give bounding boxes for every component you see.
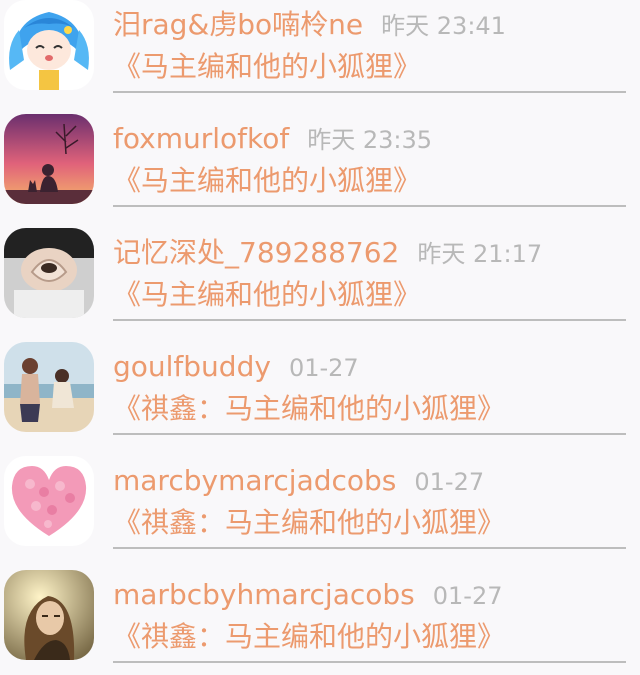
sender-name: marbcbyhmarcjacobs 01-27 bbox=[113, 578, 503, 613]
book-title[interactable]: 《马主编和他的小狐狸》 bbox=[113, 50, 421, 84]
message-time: 01-27 bbox=[288, 354, 359, 382]
message-time: 昨天 23:35 bbox=[307, 126, 432, 154]
message-list: 汨rag&虏bo喃柃ne 昨天 23:41 《马主编和他的小狐狸》 foxmur… bbox=[0, 0, 640, 675]
divider bbox=[113, 547, 626, 549]
message-item[interactable]: foxmurlofkof 昨天 23:35 《马主编和他的小狐狸》 bbox=[0, 114, 640, 228]
hand-heart-avatar-icon[interactable] bbox=[4, 228, 94, 318]
beach-couple-avatar-icon[interactable] bbox=[4, 342, 94, 432]
sender-name: foxmurlofkof 昨天 23:35 bbox=[113, 122, 432, 157]
book-title[interactable]: 《马主编和他的小狐狸》 bbox=[113, 164, 421, 198]
sunset-cat-avatar-icon[interactable] bbox=[4, 114, 94, 204]
message-time: 01-27 bbox=[414, 468, 485, 496]
sender-name: 汨rag&虏bo喃柃ne 昨天 23:41 bbox=[113, 8, 506, 43]
sender-name-text: foxmurlofkof bbox=[113, 122, 290, 155]
book-title[interactable]: 《马主编和他的小狐狸》 bbox=[113, 278, 421, 312]
divider bbox=[113, 661, 626, 663]
divider bbox=[113, 205, 626, 207]
message-item[interactable]: goulfbuddy 01-27 《祺鑫：马主编和他的小狐狸》 bbox=[0, 342, 640, 456]
message-item[interactable]: marbcbyhmarcjacobs 01-27 《祺鑫：马主编和他的小狐狸》 bbox=[0, 570, 640, 675]
message-time: 昨天 21:17 bbox=[417, 240, 543, 268]
girl-portrait-avatar-icon[interactable] bbox=[4, 570, 94, 660]
sender-name: goulfbuddy 01-27 bbox=[113, 350, 359, 385]
message-item[interactable]: 记忆深处_789288762 昨天 21:17 《马主编和他的小狐狸》 bbox=[0, 228, 640, 342]
book-title[interactable]: 《祺鑫：马主编和他的小狐狸》 bbox=[113, 392, 505, 426]
message-time: 01-27 bbox=[432, 582, 503, 610]
sender-name-text: marcbymarcjadcobs bbox=[113, 464, 397, 497]
sender-name-text: marbcbyhmarcjacobs bbox=[113, 578, 415, 611]
message-time: 昨天 23:41 bbox=[381, 12, 506, 40]
sender-name-text: 汨rag&虏bo喃柃ne bbox=[113, 8, 364, 41]
divider bbox=[113, 319, 626, 321]
divider bbox=[113, 91, 626, 93]
anime-blue-hair-avatar-icon[interactable] bbox=[4, 0, 94, 90]
sender-name-text: 记忆深处_789288762 bbox=[113, 236, 400, 269]
book-title[interactable]: 《祺鑫：马主编和他的小狐狸》 bbox=[113, 506, 505, 540]
book-title[interactable]: 《祺鑫：马主编和他的小狐狸》 bbox=[113, 620, 505, 654]
sender-name: marcbymarcjadcobs 01-27 bbox=[113, 464, 484, 499]
pink-rose-heart-avatar-icon[interactable] bbox=[4, 456, 94, 546]
divider bbox=[113, 433, 626, 435]
sender-name: 记忆深处_789288762 昨天 21:17 bbox=[113, 236, 542, 271]
message-item[interactable]: marcbymarcjadcobs 01-27 《祺鑫：马主编和他的小狐狸》 bbox=[0, 456, 640, 570]
message-item[interactable]: 汨rag&虏bo喃柃ne 昨天 23:41 《马主编和他的小狐狸》 bbox=[0, 0, 640, 114]
sender-name-text: goulfbuddy bbox=[113, 350, 271, 383]
